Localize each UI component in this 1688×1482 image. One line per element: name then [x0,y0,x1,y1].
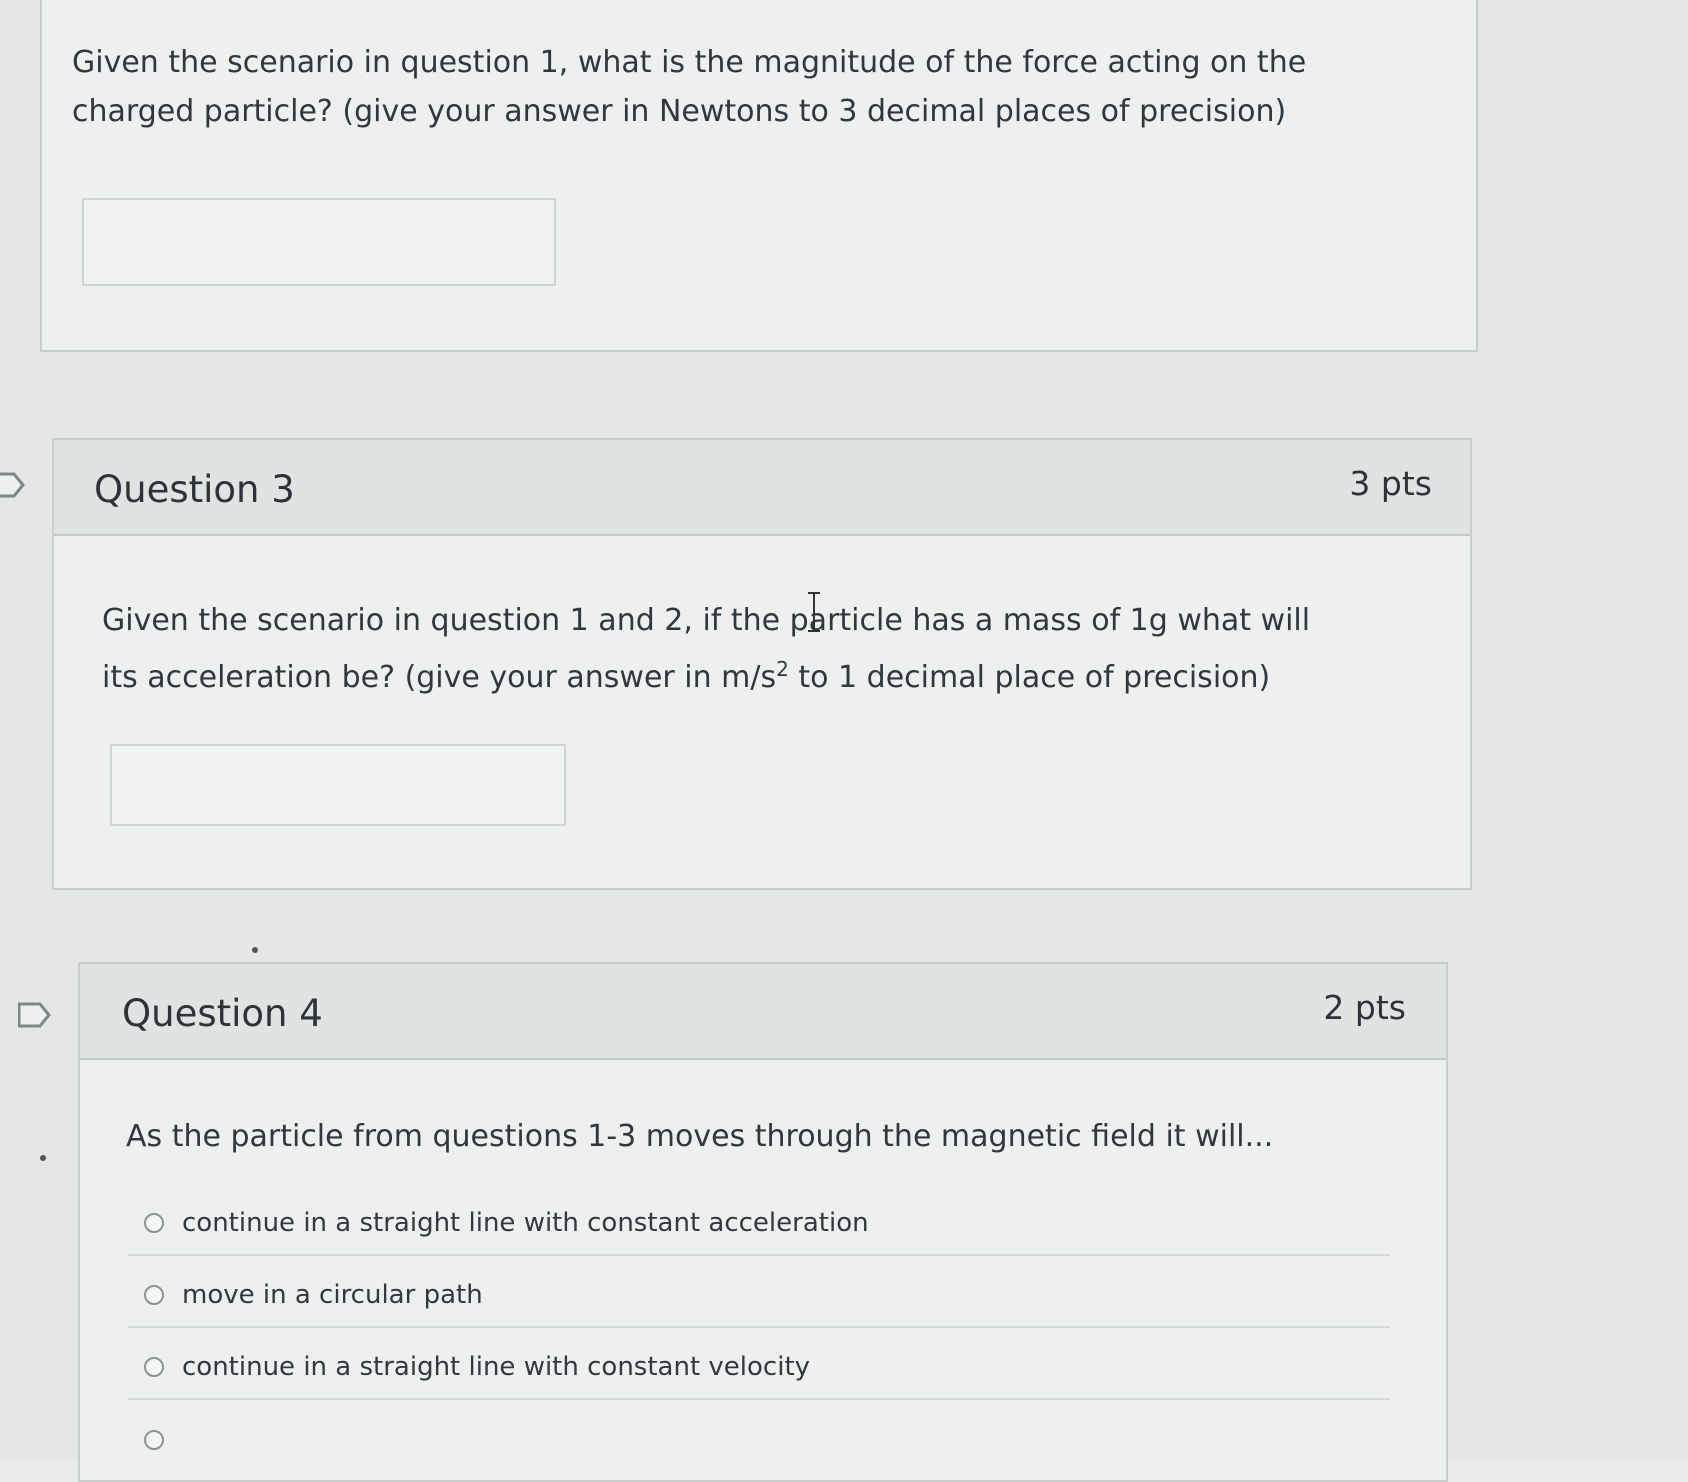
radio-button[interactable] [144,1213,164,1233]
i-beam-cursor-icon [808,592,820,632]
decorative-dot [40,1155,46,1161]
question-3-points: 3 pts [1349,464,1432,503]
question-3-text: Given the scenario in question 1 and 2, … [102,596,1342,702]
option-label: continue in a straight line with constan… [182,1208,869,1238]
flag-outline-icon[interactable] [18,1002,52,1028]
option-label: continue in a straight line with constan… [182,1352,811,1382]
question-4-title: Question 4 [122,992,323,1035]
radio-button[interactable] [144,1357,164,1377]
radio-button[interactable] [144,1285,164,1305]
question-2-text: Given the scenario in question 1, what i… [72,45,1307,129]
question-4-option-4-partial[interactable] [128,1408,1390,1472]
question-4-text: As the particle from questions 1-3 moves… [126,1119,1274,1154]
question-4-card: Question 4 2 pts As the particle from qu… [78,962,1448,1482]
question-4-header: Question 4 2 pts [80,964,1446,1060]
question-3-superscript: 2 [776,657,789,681]
question-3-title: Question 3 [94,468,295,511]
quiz-page: Given the scenario in question 1, what i… [0,0,1688,1482]
question-4-points: 2 pts [1323,988,1406,1027]
question-2-answer-input[interactable] [82,198,556,286]
decorative-dot [252,947,258,953]
question-3-text-end: to 1 decimal place of precision) [788,660,1271,695]
question-3-header: Question 3 3 pts [54,440,1470,536]
question-3-answer-input[interactable] [110,744,566,826]
question-4-option-2[interactable]: move in a circular path [128,1264,1390,1328]
question-3-card: Question 3 3 pts Given the scenario in q… [52,438,1472,890]
question-2-card: Given the scenario in question 1, what i… [40,0,1478,352]
flag-outline-icon[interactable] [0,472,26,498]
question-4-option-1[interactable]: continue in a straight line with constan… [128,1192,1390,1256]
radio-button[interactable] [144,1430,164,1450]
option-label: move in a circular path [182,1280,483,1310]
question-4-option-3[interactable]: continue in a straight line with constan… [128,1336,1390,1400]
